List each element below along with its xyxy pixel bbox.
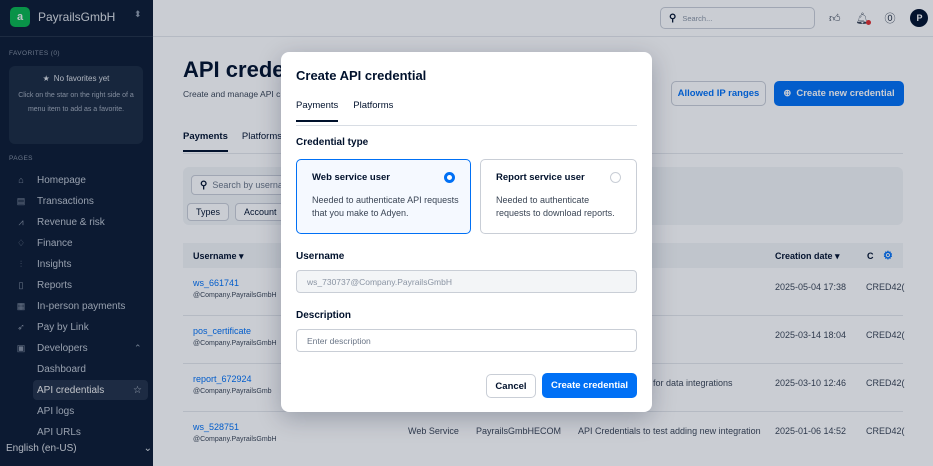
username-label: Username	[296, 251, 345, 262]
dialog-title: Create API credential	[296, 68, 427, 83]
option-description: Needed to authenticate API requests that…	[312, 195, 459, 218]
dialog-tabs: Payments Platforms	[296, 100, 393, 122]
sidebar-dim	[0, 0, 153, 466]
radio-web-service-user[interactable]	[444, 172, 455, 183]
option-web-service-user[interactable]: Web service user Needed to authenticate …	[296, 159, 471, 234]
dialog-tab-platforms[interactable]: Platforms	[353, 100, 393, 122]
username-field: ws_730737@Company.PayrailsGmbH	[296, 270, 637, 293]
option-report-service-user[interactable]: Report service user Needed to authentica…	[480, 159, 637, 234]
description-field[interactable]: Enter description	[296, 329, 637, 352]
credential-type-label: Credential type	[296, 137, 369, 148]
dialog-tabs-divider	[296, 125, 637, 126]
create-credential-button[interactable]: Create credential	[542, 373, 637, 398]
description-label: Description	[296, 310, 352, 321]
radio-report-service-user[interactable]	[610, 172, 621, 183]
option-title: Report service user	[496, 172, 585, 183]
dialog-tab-payments[interactable]: Payments	[296, 100, 339, 122]
create-api-credential-dialog: Create API credential Payments Platforms…	[281, 52, 652, 412]
cancel-button[interactable]: Cancel	[486, 374, 536, 398]
option-description: Needed to authenticate requests to downl…	[496, 195, 615, 218]
option-title: Web service user	[312, 172, 390, 183]
